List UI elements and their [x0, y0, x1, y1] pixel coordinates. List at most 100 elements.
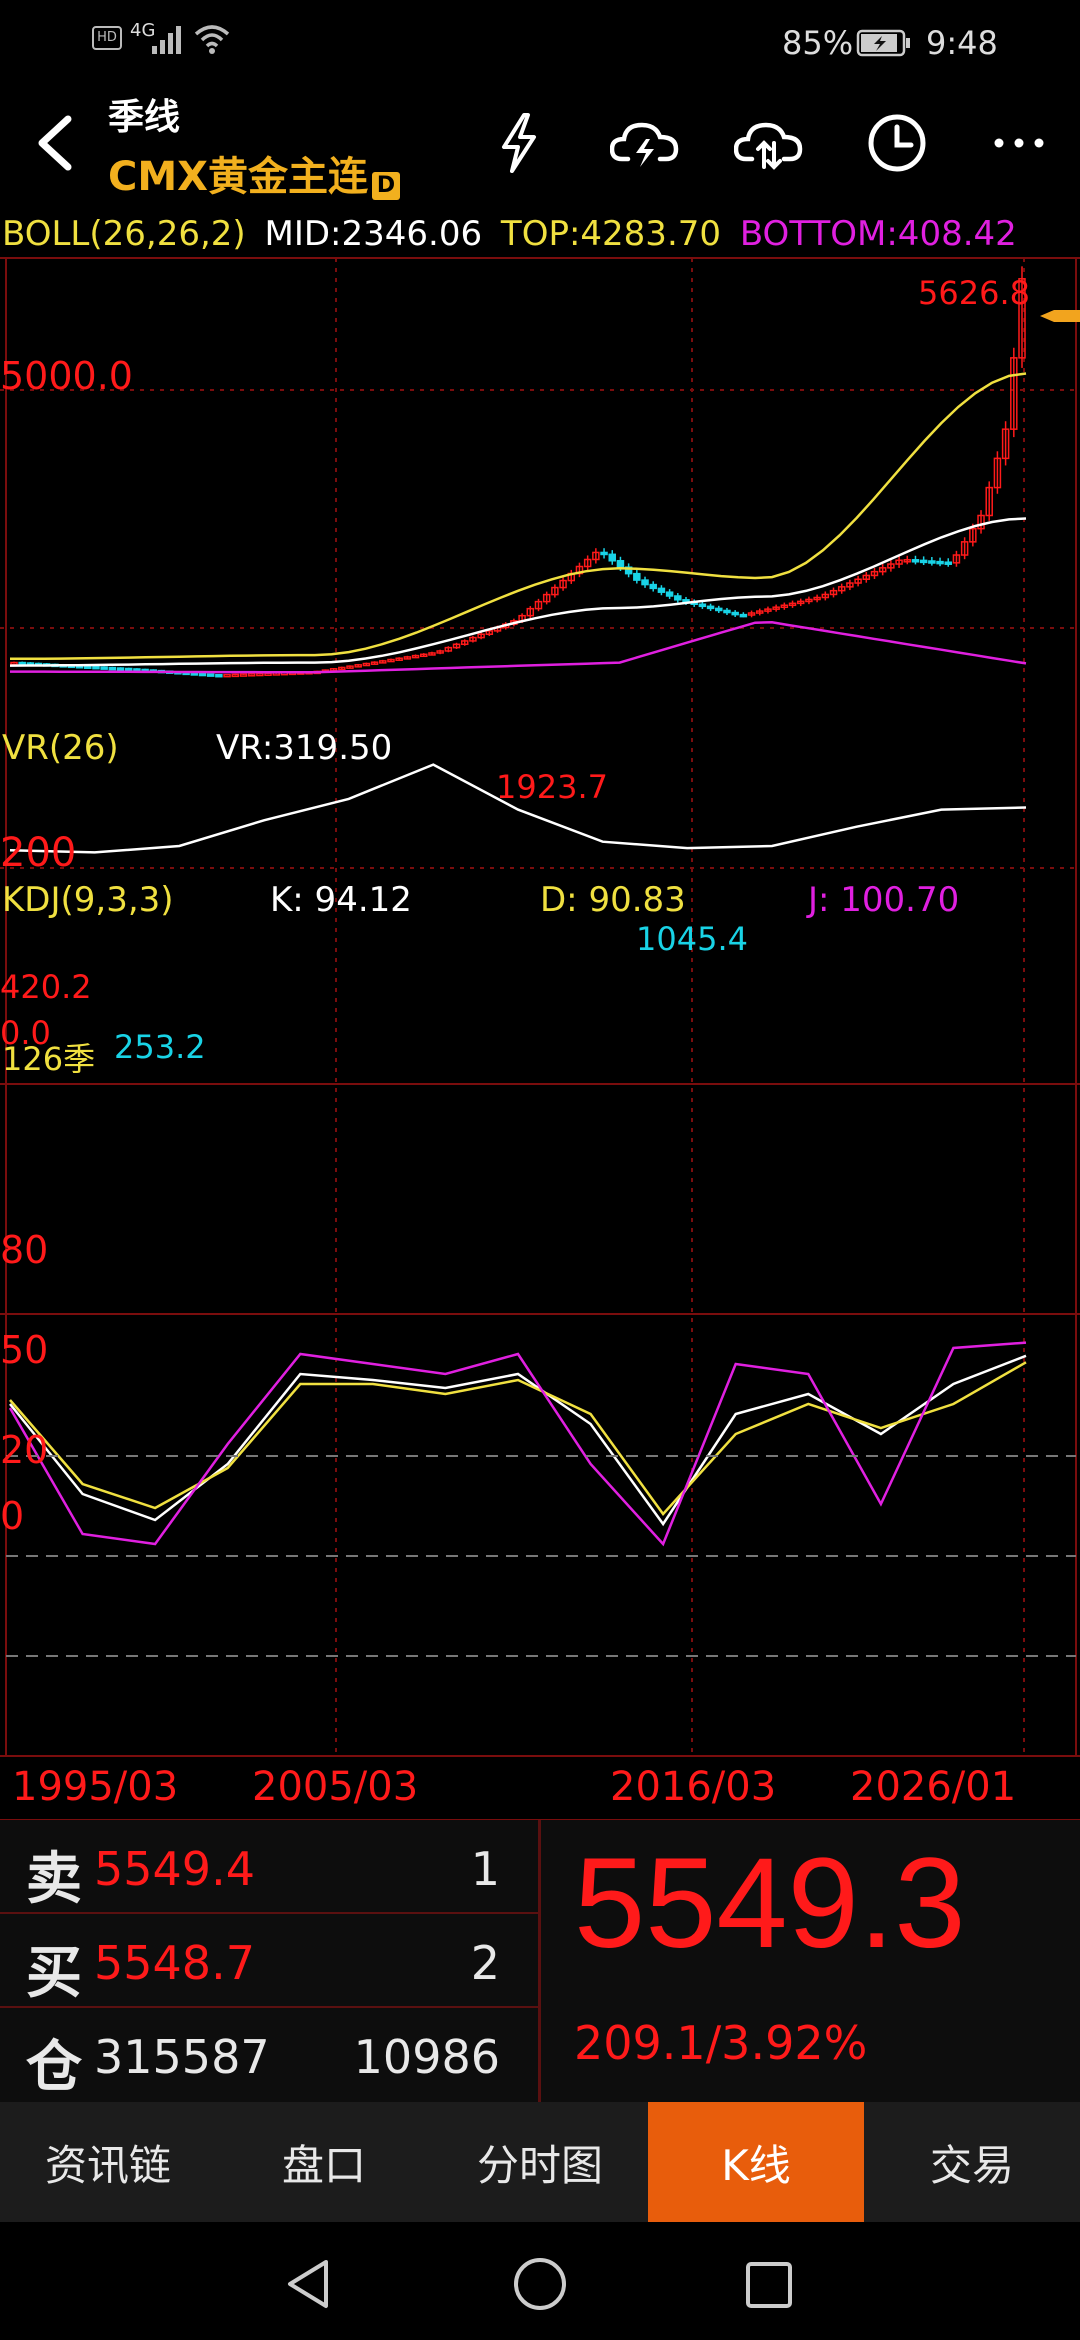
candle — [256, 672, 264, 677]
back-button[interactable] — [10, 98, 100, 188]
candle — [84, 665, 92, 669]
candle — [231, 673, 240, 678]
candle — [239, 673, 248, 677]
boll-label: BOLL(26,26,2) — [2, 214, 246, 254]
candle — [108, 666, 117, 671]
candle — [928, 560, 936, 564]
clock-icon — [868, 114, 926, 172]
page-title: 季线 — [108, 97, 181, 138]
price-panel — [9, 266, 1027, 678]
candle — [911, 559, 920, 563]
candle — [215, 673, 223, 678]
vr-axis-label: 200 — [0, 830, 77, 876]
annotation-high: 5626.8 — [918, 274, 1030, 312]
kdj-panel — [8, 1341, 1027, 1547]
candle — [124, 667, 133, 672]
candle — [264, 672, 272, 676]
lightning-icon — [502, 113, 536, 173]
annotation-trough: 1045.4 — [636, 920, 748, 958]
kdj-level-50: 50 — [0, 1328, 49, 1372]
candle — [944, 561, 952, 565]
last-price-marker-icon — [1040, 310, 1080, 322]
cloud-sync-icon — [734, 122, 803, 170]
boll-mid: MID:2346.06 — [264, 214, 483, 254]
candle — [649, 583, 657, 590]
candle — [641, 579, 649, 586]
candle — [723, 609, 731, 614]
buy-label: 买 — [26, 1940, 82, 2006]
kdj-level-20: 20 — [0, 1428, 49, 1472]
kdj-k: K: 94.12 — [270, 880, 412, 920]
boll-top: TOP:4283.70 — [500, 214, 722, 254]
candle — [616, 560, 625, 568]
price-change: 209.1/3.92% — [574, 2016, 868, 2070]
candle — [206, 673, 215, 677]
sell-label: 卖 — [26, 1846, 82, 1912]
x-axis-label-3: 2016/03 — [610, 1764, 777, 1810]
d-badge: D — [372, 171, 400, 200]
system-nav-bar — [0, 2222, 1080, 2340]
annotation-left-price: 420.2 — [0, 968, 92, 1006]
nav-recents-icon[interactable] — [744, 2260, 794, 2310]
x-axis-label-4: 2026/01 — [850, 1764, 1017, 1810]
cloud-sync-button[interactable] — [724, 98, 814, 188]
instrument-name: CMX黄金主连 — [108, 154, 368, 200]
more-dots-icon — [994, 138, 1044, 148]
candle — [600, 551, 608, 556]
candle — [739, 613, 748, 618]
buy-row[interactable]: 买 5548.7 2 — [0, 1914, 540, 2008]
cloud-flash-button[interactable] — [600, 98, 690, 188]
annotation-peak: 1923.7 — [496, 768, 608, 806]
history-button[interactable] — [852, 98, 942, 188]
kdj-level-lines — [6, 1455, 1076, 1657]
candle — [731, 611, 739, 616]
candle — [665, 591, 674, 597]
kdj-label: KDJ(9,3,3) — [2, 880, 174, 920]
candle — [936, 560, 944, 565]
wifi-icon — [194, 25, 230, 54]
kdj-level-80: 80 — [0, 1228, 49, 1272]
candle — [116, 667, 125, 671]
hd-icon: HD — [92, 26, 122, 50]
vr-label: VR(26) — [2, 728, 119, 768]
candle — [92, 665, 100, 670]
oi-change: 10986 — [353, 2030, 500, 2084]
tab-intraday[interactable]: 分时图 — [432, 2102, 648, 2222]
candle — [919, 559, 928, 564]
back-arrow-icon — [38, 115, 72, 171]
candle — [100, 666, 108, 670]
period-count: 126季 — [2, 1040, 96, 1078]
candle — [657, 587, 666, 593]
candle — [608, 553, 616, 562]
bottom-tabs: 资讯链 盘口 分时图 K线 交易 — [0, 2102, 1080, 2222]
candle — [247, 673, 256, 677]
boll-legend: BOLL(26,26,2) MID:2346.06 TOP:4283.70 BO… — [2, 214, 1017, 254]
chart-canvas[interactable] — [0, 208, 1080, 1820]
instrument-title[interactable]: CMX黄金主连 D — [108, 144, 400, 202]
tab-news[interactable]: 资讯链 — [0, 2102, 216, 2222]
cloud-lightning-icon — [610, 122, 679, 167]
sell-row[interactable]: 卖 5549.4 1 — [0, 1820, 540, 1914]
vr-value: VR:319.50 — [216, 728, 393, 768]
sell-volume: 1 — [470, 1842, 500, 1896]
candle — [198, 672, 207, 677]
buy-price: 5548.7 — [94, 1936, 255, 1990]
oi-label: 仓 — [26, 2034, 82, 2100]
app-header: 季线 CMX黄金主连 D — [0, 84, 1080, 208]
candle — [706, 605, 715, 610]
flash-order-button[interactable] — [474, 98, 564, 188]
kdj-d: D: 90.83 — [540, 880, 686, 920]
tab-orderbook[interactable]: 盘口 — [216, 2102, 432, 2222]
axis-label-5000: 5000.0 — [0, 354, 133, 398]
quote-panel: 卖 5549.4 1 买 5548.7 2 仓 315587 10986 554… — [0, 1820, 1080, 2102]
nav-back-icon[interactable] — [284, 2258, 334, 2310]
nav-home-icon[interactable] — [512, 2256, 568, 2312]
more-button[interactable] — [974, 98, 1064, 188]
candle — [223, 673, 231, 678]
candle — [190, 672, 199, 676]
tab-kline[interactable]: K线 — [648, 2102, 864, 2222]
buy-volume: 2 — [470, 1936, 500, 1990]
clock: 9:48 — [926, 24, 998, 62]
kline-chart[interactable]: BOLL(26,26,2) MID:2346.06 TOP:4283.70 BO… — [0, 208, 1080, 1820]
tab-trade[interactable]: 交易 — [864, 2102, 1080, 2222]
